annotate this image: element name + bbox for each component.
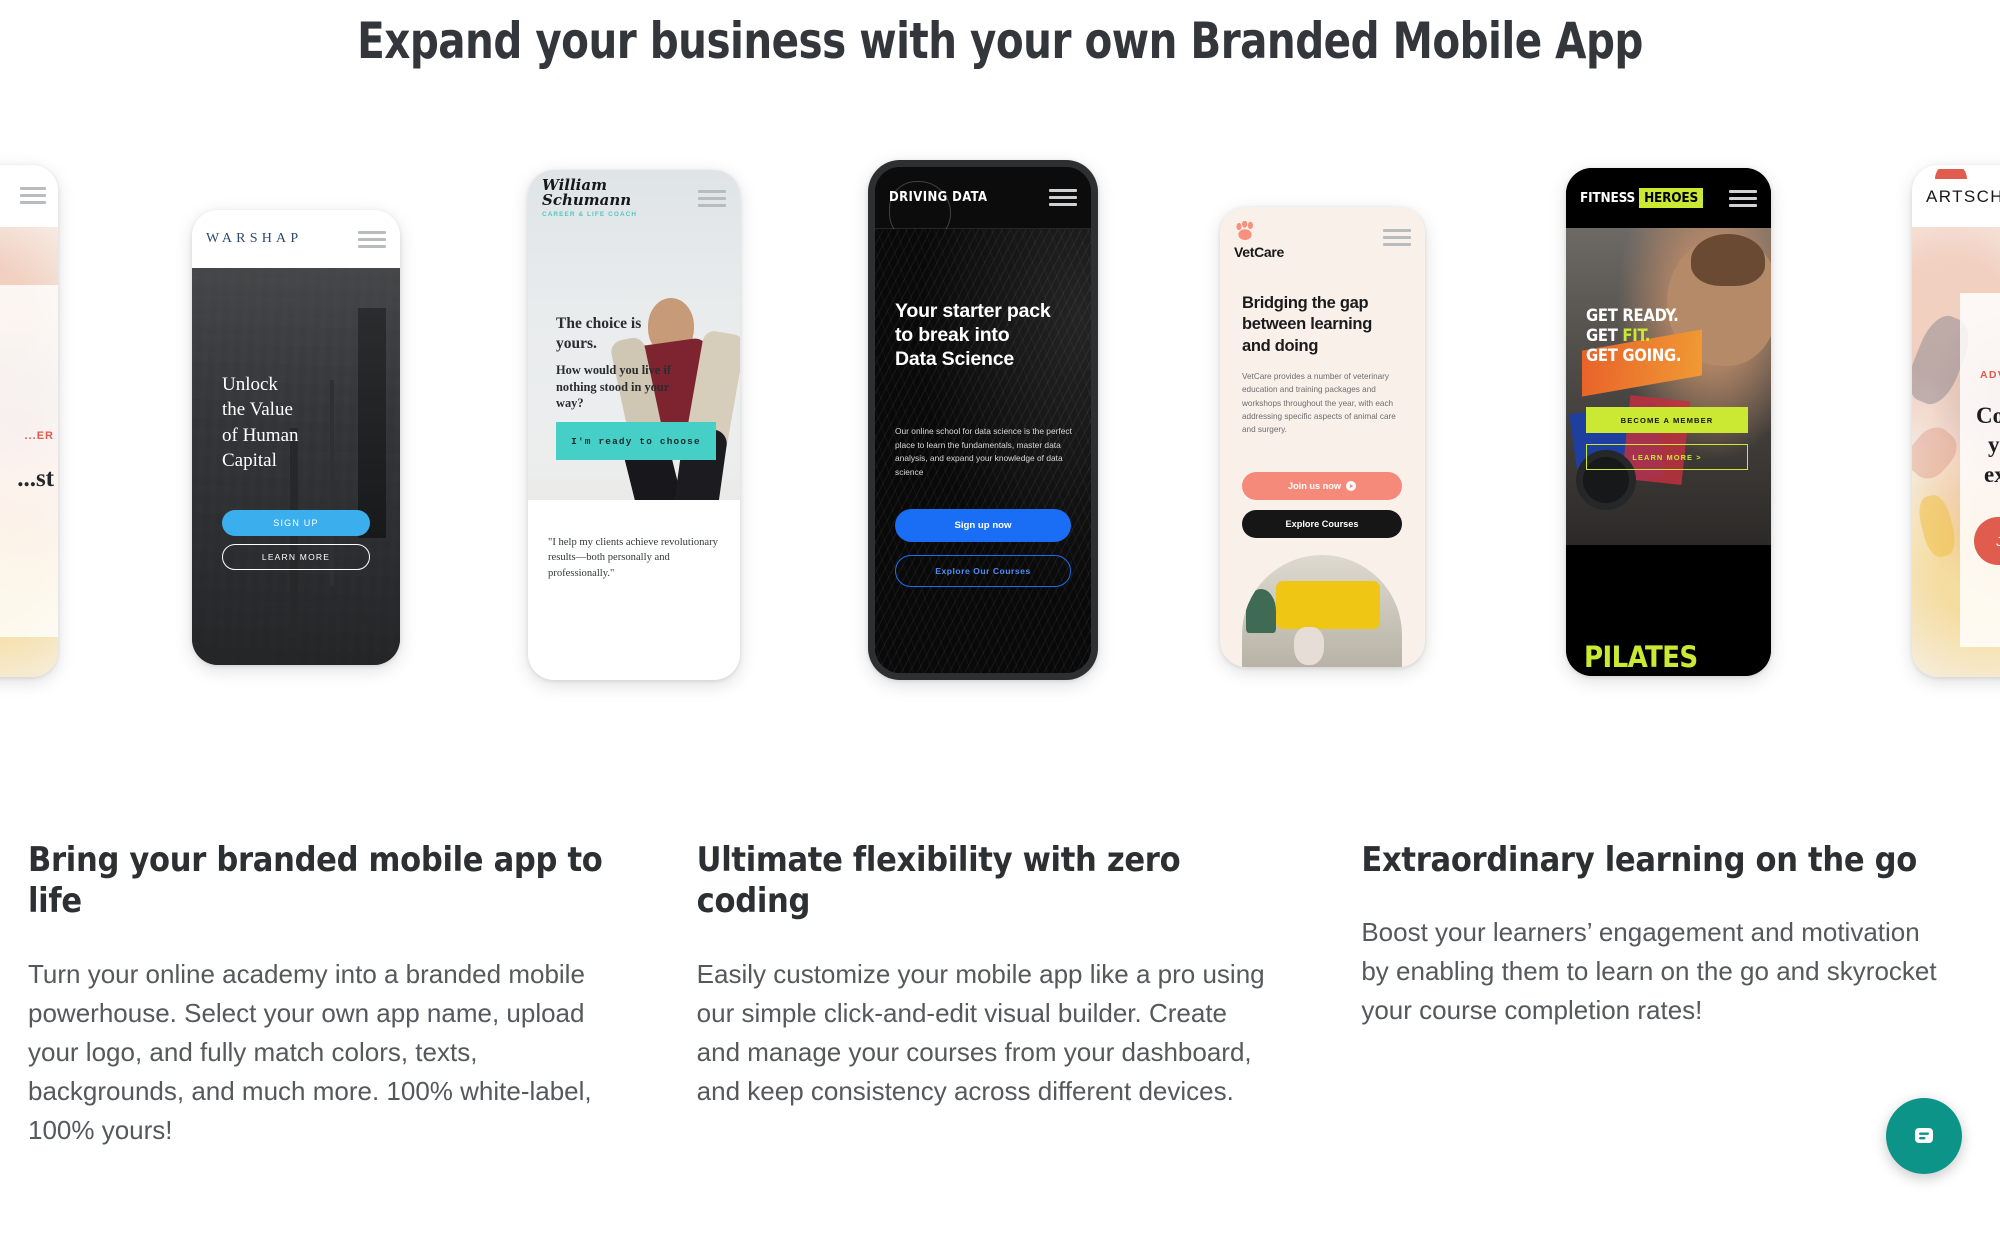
explore-courses-button-label: Explore Courses (1285, 519, 1359, 529)
hero-headline: Unlock the Value of Human Capital (222, 374, 299, 471)
play-circle-icon (1346, 481, 1357, 491)
learn-more-button-label: LEARN MORE > (1632, 452, 1702, 462)
hero-headline-line3: GET GOING. (1586, 346, 1682, 366)
learn-more-button[interactable]: LEARN MORE (222, 544, 370, 570)
page-title: Expand your business with your own Brand… (357, 12, 1643, 70)
hero-title: ...st (17, 465, 54, 492)
chat-widget-button[interactable] (1886, 1098, 1962, 1174)
quote-panel (528, 500, 740, 680)
phone-screen: ARTSCH ADVANCE Course your expr Join (1912, 165, 2000, 677)
hero-body: Our online school for data science is th… (895, 426, 1072, 477)
brand-logo: WARSHAP (206, 231, 303, 246)
phone-screen: DRIVING DATA Your starter pack to break … (875, 167, 1091, 673)
phone-topbar: William Schumann CAREER & LIFE COACH (528, 170, 740, 226)
phone-mockup-vetcare[interactable]: VetCare Bridging the gap between learnin… (1220, 207, 1425, 667)
photo-plant (1246, 589, 1276, 633)
hero-image: GET READY. GET FIT. GET GOING. BECOME A … (1566, 228, 1771, 545)
hamburger-menu-icon[interactable] (20, 187, 46, 204)
hero-body: VetCare provides a number of veterinary … (1242, 372, 1396, 435)
feature-column-1: Bring your branded mobile app to life Tu… (28, 840, 667, 1150)
hamburger-menu-icon[interactable] (358, 230, 386, 248)
phone-mockup-artschool-right[interactable]: ARTSCH ADVANCE Course your expr Join (1912, 165, 2000, 677)
phone-mockup-fitness-heroes[interactable]: FITNESS HEROES GET READY. GET FIT. GET G… (1566, 168, 1771, 676)
learn-more-button-label: LEARN MORE (261, 552, 331, 562)
explore-courses-button-label: Explore Our Courses (935, 566, 1031, 576)
phone-screen: WARSHAP Unlock the Value of Human Capita… (192, 210, 400, 665)
footer-label: PILATES (1584, 640, 1698, 674)
phone-mockup-warshap[interactable]: WARSHAP Unlock the Value of Human Capita… (192, 210, 400, 665)
feature-body: Turn your online academy into a branded … (28, 958, 592, 1145)
photo-cat (1294, 627, 1324, 665)
feature-body: Boost your learners’ engagement and moti… (1361, 917, 1937, 1026)
paw-print-icon (1236, 221, 1253, 240)
hero-headline-line1: GET READY. (1586, 306, 1679, 325)
chat-bubble-icon (1915, 1128, 1933, 1143)
testimonial-quote: "I help my clients achieve revolutionary… (548, 537, 718, 579)
brand-logo: VetCare (1234, 244, 1285, 260)
hero-image: Your starter pack to break into Data Sci… (875, 229, 1091, 673)
signup-now-button-label: Sign up now (954, 520, 1012, 531)
signup-button[interactable]: SIGN UP (222, 510, 370, 536)
brand-logo-part2: HEROES (1639, 188, 1704, 208)
photo-sofa (1276, 581, 1380, 629)
hamburger-menu-icon[interactable] (1383, 229, 1411, 246)
hero-headline: Your starter pack to break into Data Sci… (895, 300, 1051, 371)
hero-headline: The choice is yours. (556, 315, 642, 352)
join-us-now-button[interactable]: Join us now (1242, 472, 1402, 500)
hero-photo (1242, 555, 1402, 667)
join-button-label: Join (1996, 533, 2000, 549)
hamburger-menu-icon[interactable] (1729, 189, 1757, 207)
phone-screen: VetCare Bridging the gap between learnin… (1220, 207, 1425, 667)
become-member-button-label: BECOME A MEMBER (1620, 415, 1714, 425)
eyebrow-label: ...ER (24, 430, 54, 442)
phone-screen: FITNESS HEROES GET READY. GET FIT. GET G… (1566, 168, 1771, 676)
hero-headline-line2: GET FIT. (1586, 326, 1651, 346)
hero-headline: GET READY. GET FIT. GET GOING. (1586, 306, 1681, 366)
learn-more-button[interactable]: LEARN MORE > (1586, 444, 1748, 470)
skyline-detail (358, 308, 386, 538)
hero-subhead: How would you live if nothing stood in y… (556, 363, 671, 411)
feature-title: Ultimate flexibility with zero coding (696, 840, 1181, 922)
phone-screen: ...ER ...st (0, 165, 58, 677)
feature-title: Extraordinary learning on the go (1361, 840, 1917, 880)
feature-column-2: Ultimate flexibility with zero coding Ea… (697, 840, 1336, 1150)
phone-screen: William Schumann CAREER & LIFE COACH The… (528, 170, 740, 680)
hero-headline: Bridging the gap between learning and do… (1242, 294, 1372, 355)
feature-columns: Bring your branded mobile app to life Tu… (0, 840, 2000, 1150)
eyebrow-label: ADVANCE (1980, 369, 2000, 381)
brand-logo-part1: FITNESS (1580, 190, 1636, 206)
feature-title: Bring your branded mobile app to life (28, 840, 603, 922)
phone-mockup-artschool-left[interactable]: ...ER ...st (0, 165, 58, 677)
content-card (0, 285, 58, 637)
explore-courses-button[interactable]: Explore Our Courses (895, 555, 1071, 587)
brand-logo: ARTSCH (1926, 187, 2000, 206)
hamburger-menu-icon[interactable] (698, 189, 726, 207)
ready-to-choose-button-label: I'm ready to choose (571, 435, 701, 447)
phone-topbar: WARSHAP (192, 210, 400, 268)
hamburger-menu-icon[interactable] (1049, 189, 1077, 206)
athlete-hair (1691, 234, 1765, 286)
brand-logo: William Schumann (542, 175, 632, 209)
phone-topbar: FITNESS HEROES (1566, 168, 1771, 228)
become-member-button[interactable]: BECOME A MEMBER (1586, 407, 1748, 433)
signup-now-button[interactable]: Sign up now (895, 509, 1071, 542)
arc-logo-icon (1935, 169, 1967, 179)
feature-body: Easily customize your mobile app like a … (696, 958, 1265, 1106)
hero-title: Course your expr (1976, 403, 2000, 487)
ready-to-choose-button[interactable]: I'm ready to choose (556, 422, 716, 460)
join-us-now-button-label: Join us now (1287, 481, 1342, 491)
phone-carousel[interactable]: ...ER ...st WARSHAP Unlock the Value of … (0, 150, 2000, 680)
phone-mockup-william-schumann[interactable]: William Schumann CAREER & LIFE COACH The… (528, 170, 740, 680)
phone-topbar: VetCare (1220, 207, 1425, 281)
signup-button-label: SIGN UP (273, 518, 319, 528)
explore-courses-button[interactable]: Explore Courses (1242, 510, 1402, 538)
brand-tagline: CAREER & LIFE COACH (542, 210, 638, 218)
hero-image: Unlock the Value of Human Capital SIGN U… (192, 268, 400, 665)
page-root: Expand your business with your own Brand… (0, 0, 2000, 1254)
phone-mockup-driving-data[interactable]: DRIVING DATA Your starter pack to break … (868, 160, 1098, 680)
